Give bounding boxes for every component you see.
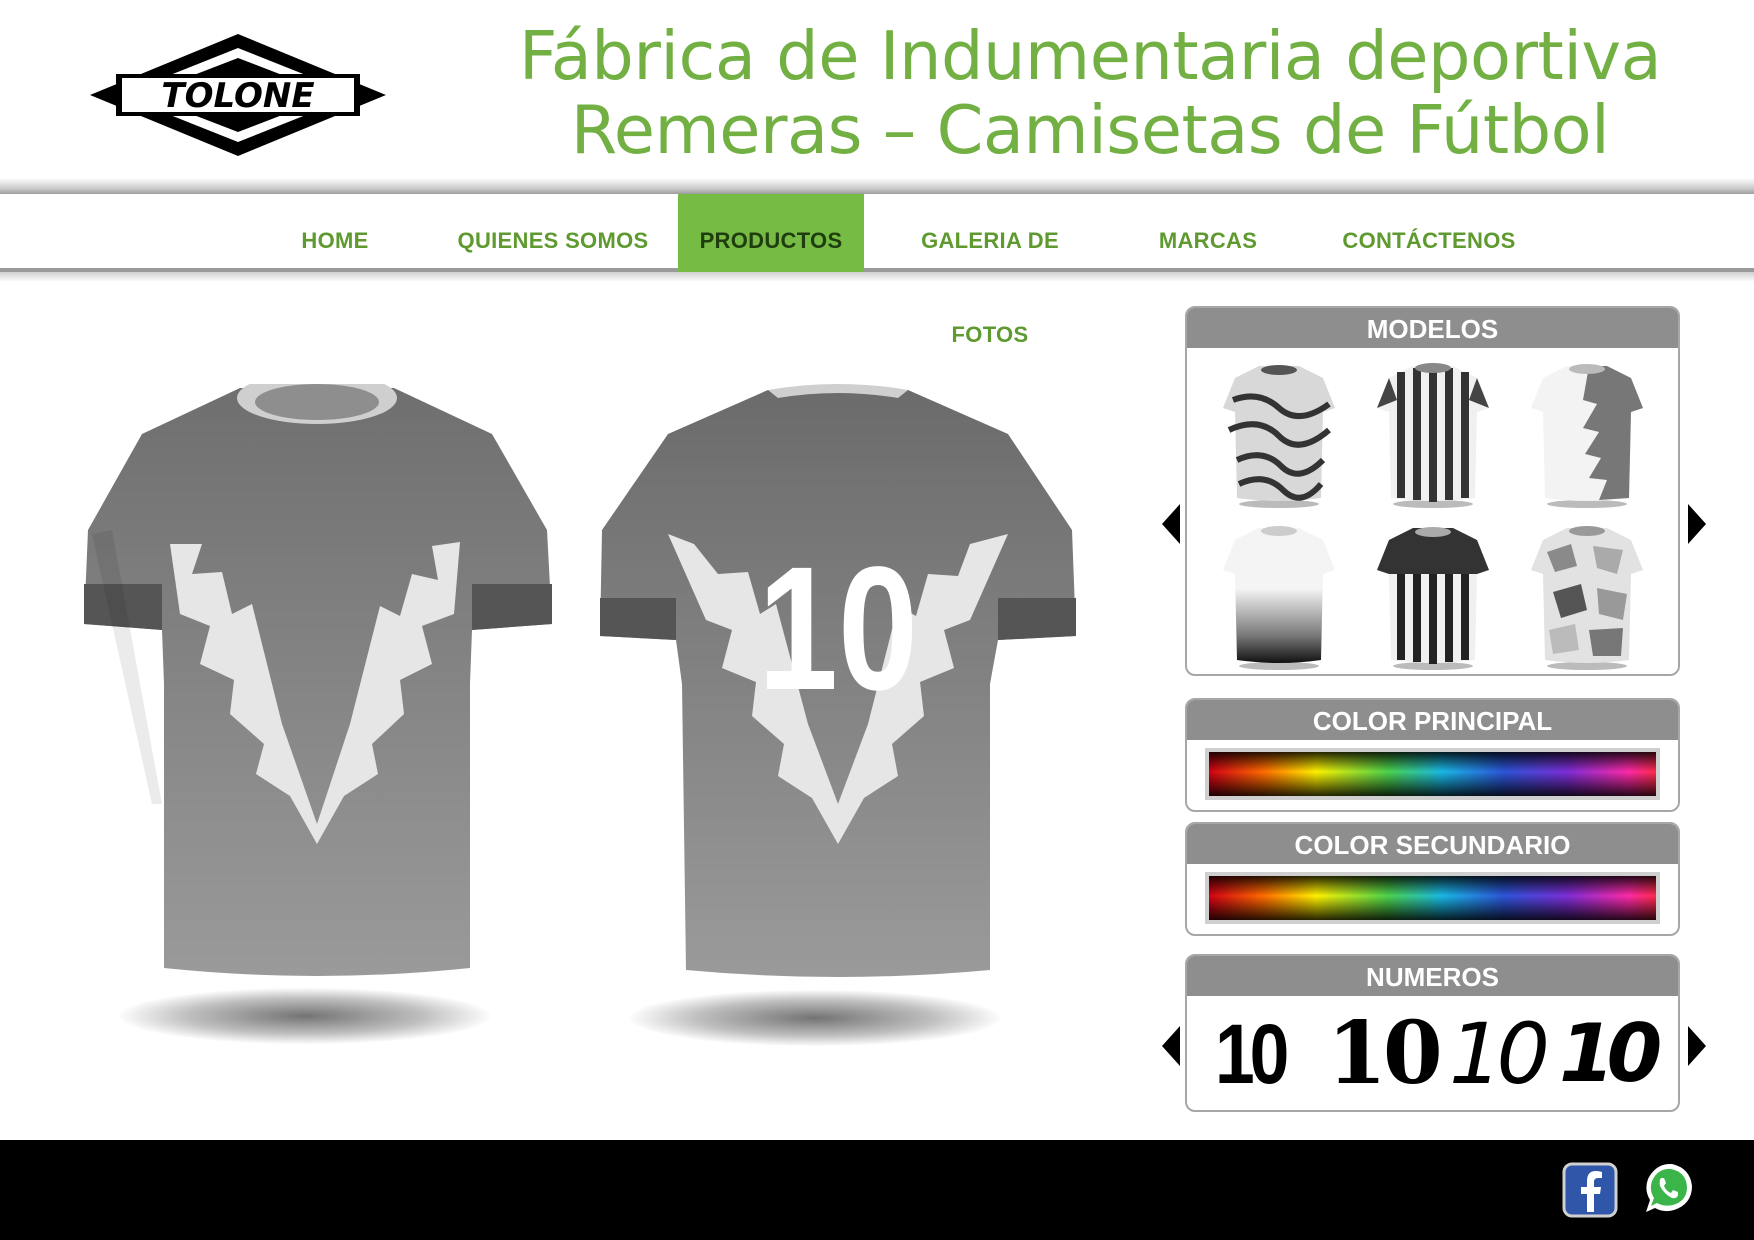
nav-contactenos[interactable]: CONTÁCTENOS	[1326, 194, 1532, 272]
whatsapp-icon[interactable]	[1640, 1160, 1696, 1216]
nav-marcas[interactable]: MARCAS	[1140, 194, 1276, 272]
back-shirt-shadow	[630, 990, 1000, 1046]
modelos-title: MODELOS	[1187, 308, 1678, 348]
number-style-1[interactable]: 10	[1215, 1012, 1289, 1096]
numeros-panel: NUMEROS 10 10 10 10	[1185, 954, 1680, 1112]
model-thumb-3[interactable]	[1527, 360, 1647, 510]
nav-quienes-somos[interactable]: QUIENES SOMOS	[454, 194, 652, 272]
color-principal-title: COLOR PRINCIPAL	[1187, 700, 1678, 740]
model-thumb-6[interactable]	[1527, 522, 1647, 672]
color-principal-picker[interactable]	[1205, 748, 1660, 800]
page-headline: Fábrica de Indumentaria deportiva Remera…	[440, 18, 1740, 166]
nav-shadow	[0, 272, 1754, 282]
nav-productos[interactable]: PRODUCTOS	[678, 194, 864, 272]
model-thumb-1[interactable]	[1219, 360, 1339, 510]
color-secundario-title: COLOR SECUNDARIO	[1187, 824, 1678, 864]
number-style-3[interactable]: 10	[1449, 1012, 1550, 1096]
number-style-2[interactable]: 10	[1327, 1011, 1443, 1097]
numeros-title: NUMEROS	[1187, 956, 1678, 996]
back-shirt-number: 10	[758, 531, 918, 727]
headline-line-1: Fábrica de Indumentaria deportiva	[518, 17, 1662, 95]
modelos-panel: MODELOS	[1185, 306, 1680, 676]
front-shirt-shadow	[120, 988, 490, 1044]
facebook-icon[interactable]	[1562, 1162, 1618, 1218]
nav-home[interactable]: HOME	[268, 194, 402, 272]
footer	[0, 1140, 1754, 1240]
numeros-next-arrow-icon[interactable]	[1686, 1024, 1708, 1068]
modelos-prev-arrow-icon[interactable]	[1160, 502, 1182, 546]
modelos-next-arrow-icon[interactable]	[1686, 502, 1708, 546]
number-style-4[interactable]: 10	[1559, 1012, 1662, 1096]
headline-line-2: Remeras – Camisetas de Fútbol	[570, 91, 1610, 169]
front-shirt-preview	[84, 384, 552, 976]
model-thumb-5[interactable]	[1373, 522, 1493, 672]
color-secundario-panel: COLOR SECUNDARIO	[1185, 822, 1680, 936]
model-thumb-4[interactable]	[1219, 522, 1339, 672]
color-principal-panel: COLOR PRINCIPAL	[1185, 698, 1680, 812]
main-nav: HOME QUIENES SOMOS PRODUCTOS GALERIA DE …	[0, 194, 1754, 347]
numeros-prev-arrow-icon[interactable]	[1160, 1024, 1182, 1068]
model-thumb-2[interactable]	[1373, 360, 1493, 510]
color-secundario-picker[interactable]	[1205, 872, 1660, 924]
logo-text: TOLONE	[161, 76, 314, 116]
tolone-logo[interactable]: TOLONE	[86, 30, 390, 160]
nav-galeria-de-fotos[interactable]: GALERIA DE FOTOS	[880, 194, 1100, 347]
back-shirt-preview: 10	[600, 384, 1076, 977]
